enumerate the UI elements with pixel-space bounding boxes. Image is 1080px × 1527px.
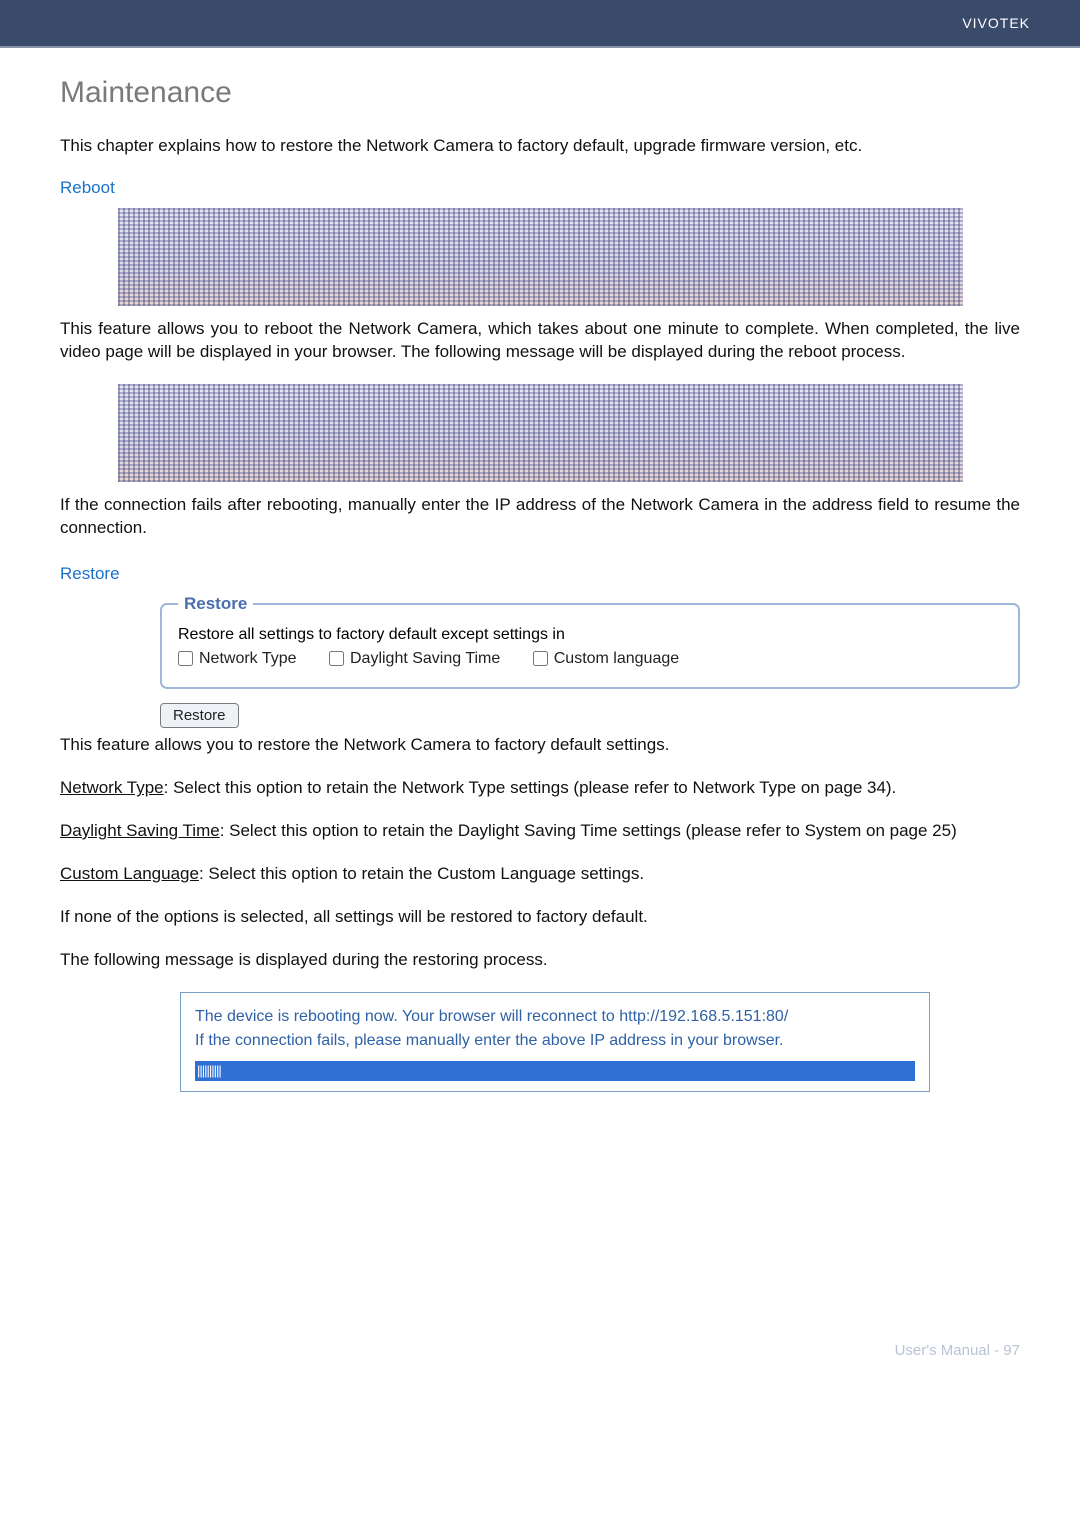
reboot-message-line2: If the connection fails, please manually…	[195, 1029, 915, 1053]
restore-msg-intro: The following message is displayed durin…	[60, 949, 1020, 972]
restore-lang: Custom Language: Select this option to r…	[60, 863, 1020, 886]
checkbox-network-type-input[interactable]	[178, 651, 193, 666]
checkbox-daylight-saving-input[interactable]	[329, 651, 344, 666]
checkbox-daylight-saving-label: Daylight Saving Time	[350, 650, 500, 668]
restore-fieldset-text: Restore all settings to factory default …	[178, 626, 1002, 644]
checkbox-custom-language[interactable]: Custom language	[533, 650, 679, 668]
reboot-p1: This feature allows you to reboot the Ne…	[60, 318, 1020, 364]
restore-lang-label: Custom Language	[60, 864, 199, 883]
checkbox-custom-language-input[interactable]	[533, 651, 548, 666]
checkbox-network-type-label: Network Type	[199, 650, 297, 668]
restore-dst-label: Daylight Saving Time	[60, 821, 220, 840]
restore-dst: Daylight Saving Time: Select this option…	[60, 820, 1020, 843]
restore-legend: Restore	[178, 594, 253, 614]
reboot-heading: Reboot	[60, 178, 1020, 198]
header-divider	[0, 46, 1080, 48]
progress-bar: ||||||||||	[195, 1061, 915, 1081]
reboot-screenshot-placeholder	[118, 208, 963, 306]
restore-lang-text: : Select this option to retain the Custo…	[199, 864, 644, 883]
restore-heading: Restore	[60, 564, 1020, 584]
checkbox-custom-language-label: Custom language	[554, 650, 679, 668]
brand-label: VIVOTEK	[962, 15, 1030, 31]
restore-checkbox-row: Network Type Daylight Saving Time Custom…	[178, 650, 1002, 672]
checkbox-network-type[interactable]: Network Type	[178, 650, 297, 668]
page-footer: User's Manual - 97	[0, 1342, 1080, 1409]
reboot-message-line1: The device is rebooting now. Your browse…	[195, 1005, 915, 1029]
restore-network-type-text: : Select this option to retain the Netwo…	[164, 778, 897, 797]
restore-none: If none of the options is selected, all …	[60, 906, 1020, 929]
restore-p1: This feature allows you to restore the N…	[60, 734, 1020, 757]
restore-dst-text: : Select this option to retain the Dayli…	[220, 821, 957, 840]
page-content: Maintenance This chapter explains how to…	[0, 56, 1080, 1132]
checkbox-daylight-saving[interactable]: Daylight Saving Time	[329, 650, 500, 668]
page-title: Maintenance	[60, 76, 1020, 110]
brand-header: VIVOTEK	[0, 0, 1080, 46]
reboot-message-placeholder	[118, 384, 963, 482]
reboot-message-box: The device is rebooting now. Your browse…	[180, 992, 930, 1092]
restore-network-type: Network Type: Select this option to reta…	[60, 777, 1020, 800]
restore-network-type-label: Network Type	[60, 778, 164, 797]
reboot-p2: If the connection fails after rebooting,…	[60, 494, 1020, 540]
progress-ticks: ||||||||||	[197, 1063, 221, 1078]
restore-fieldset: Restore Restore all settings to factory …	[160, 594, 1020, 690]
restore-button[interactable]: Restore	[160, 703, 239, 728]
intro-text: This chapter explains how to restore the…	[60, 135, 1020, 158]
